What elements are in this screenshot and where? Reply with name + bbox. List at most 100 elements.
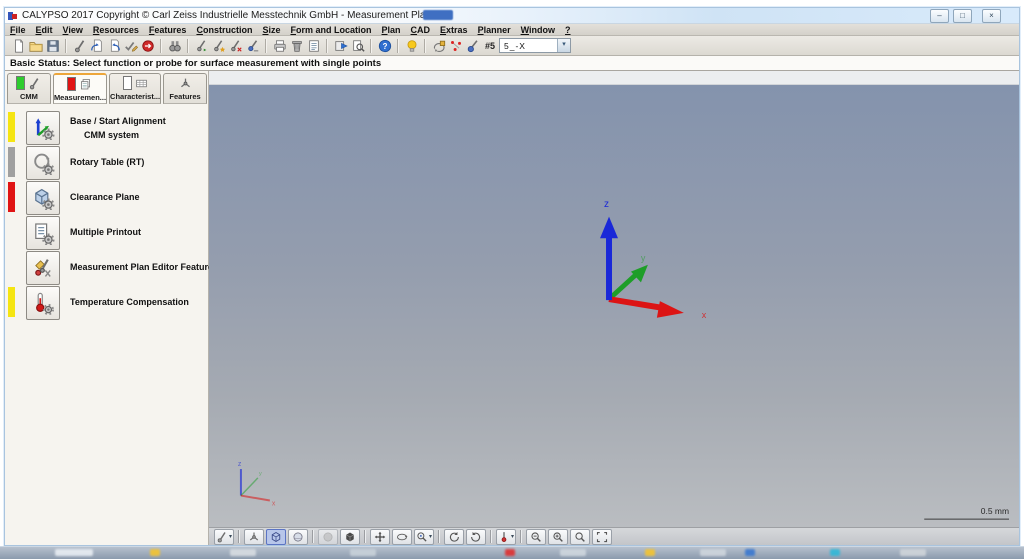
- probe-clear-button[interactable]: [244, 38, 261, 54]
- item-sublabel[interactable]: CMM system: [84, 130, 166, 140]
- bulb-icon: [405, 39, 419, 53]
- dropdown-caret-icon[interactable]: ▾: [429, 533, 432, 540]
- restore-button[interactable]: □: [953, 9, 972, 23]
- alignment-select-button[interactable]: ▾: [496, 528, 517, 545]
- combo-dropdown-icon[interactable]: ▾: [557, 39, 571, 52]
- sidebar-item-rotary-table-rt[interactable]: Rotary Table (RT): [5, 145, 208, 180]
- close-button[interactable]: ×: [982, 9, 1001, 23]
- viewbar-separator: [520, 530, 523, 543]
- sidebar-item-clearance-plane[interactable]: Clearance Plane: [5, 180, 208, 215]
- menu-edit[interactable]: Edit: [36, 25, 53, 35]
- probe-qualify-button[interactable]: [210, 38, 227, 54]
- magnifier-icon: [574, 531, 586, 543]
- undo-button[interactable]: [88, 38, 105, 54]
- menu-features[interactable]: Features: [149, 25, 187, 35]
- zoom-dynamic-button[interactable]: ▾: [414, 528, 435, 545]
- view-sphere-button[interactable]: [288, 528, 309, 545]
- tab-measuremen[interactable]: Measuremen...: [52, 73, 108, 104]
- find-button[interactable]: [166, 38, 183, 54]
- taskbar-item: [700, 549, 726, 556]
- sidebar-item-temperature-compensation[interactable]: Temperature Compensation: [5, 285, 208, 320]
- menu-size[interactable]: Size: [262, 25, 280, 35]
- tab-characterist[interactable]: Characterist...: [109, 73, 162, 104]
- probe-combo[interactable]: 5_-X ▾: [499, 38, 572, 53]
- fit-view-button[interactable]: [592, 528, 613, 545]
- redo-button[interactable]: [105, 38, 122, 54]
- menu-file[interactable]: File: [10, 25, 26, 35]
- minimize-button[interactable]: –: [930, 9, 949, 23]
- status-text: Basic Status: Select function or probe f…: [10, 57, 382, 69]
- menu-view[interactable]: View: [63, 25, 83, 35]
- printout-icon[interactable]: [26, 215, 60, 250]
- zoom-window-button[interactable]: [570, 528, 591, 545]
- menu-?[interactable]: ?: [565, 25, 571, 35]
- probe-sphere-button[interactable]: [464, 38, 481, 54]
- cad-rotate-button[interactable]: [430, 38, 447, 54]
- sidebar-item-multiple-printout[interactable]: Multiple Printout: [5, 215, 208, 250]
- sidebar-items: Base / Start Alignment CMM system Rotary T…: [5, 110, 218, 320]
- print-button[interactable]: [271, 38, 288, 54]
- view-cad-button[interactable]: [266, 528, 287, 545]
- save-button[interactable]: [44, 38, 61, 54]
- zoom-out-button[interactable]: [526, 528, 547, 545]
- new-button[interactable]: [10, 38, 27, 54]
- protocol-button[interactable]: [305, 38, 322, 54]
- rotate-button[interactable]: [392, 528, 413, 545]
- zoom-in-button[interactable]: [548, 528, 569, 545]
- dropdown-caret-icon[interactable]: ▾: [229, 533, 232, 540]
- menu-planner[interactable]: Planner: [478, 25, 511, 35]
- taskbar[interactable]: [0, 546, 1024, 559]
- menu-plan[interactable]: Plan: [382, 25, 401, 35]
- alignment-icon[interactable]: [26, 110, 60, 145]
- probe-change-icon: [195, 39, 209, 53]
- title-bar[interactable]: CALYPSO 2017 Copyright © Carl Zeiss Indu…: [5, 8, 1019, 24]
- clearance-icon[interactable]: [26, 180, 60, 215]
- sidebar-item-measurement-plan-editor-features[interactable]: Measurement Plan Editor Features: [5, 250, 218, 285]
- menu-cad[interactable]: CAD: [411, 25, 431, 35]
- probe-change-button[interactable]: [193, 38, 210, 54]
- view-solid-button[interactable]: [340, 528, 361, 545]
- open-button[interactable]: [27, 38, 44, 54]
- hint-button[interactable]: [403, 38, 420, 54]
- menu-form-and-location[interactable]: Form and Location: [290, 25, 371, 35]
- run-button[interactable]: [332, 38, 349, 54]
- view-shaded-button[interactable]: [318, 528, 339, 545]
- cad-viewport[interactable]: z y x z y x 0.5 mm: [209, 85, 1019, 527]
- tab-cmm[interactable]: CMM: [7, 73, 51, 104]
- rotate-ccw-button[interactable]: [466, 528, 487, 545]
- svg-text:?: ?: [382, 41, 387, 50]
- tab-features[interactable]: Features: [163, 73, 208, 104]
- editor-icon[interactable]: [26, 250, 60, 285]
- viewbar-separator: [238, 530, 241, 543]
- menu-window[interactable]: Window: [521, 25, 555, 35]
- delete-button[interactable]: [288, 38, 305, 54]
- pan-button[interactable]: [370, 528, 391, 545]
- view-features-button[interactable]: [244, 528, 265, 545]
- measure-points-button[interactable]: [447, 38, 464, 54]
- folder-icon: [28, 39, 43, 53]
- item-label: Clearance Plane: [70, 192, 140, 202]
- rotary-icon[interactable]: [26, 145, 60, 180]
- menu-resources[interactable]: Resources: [93, 25, 139, 35]
- rotate-cw-button[interactable]: [444, 528, 465, 545]
- taskbar-item: [830, 549, 840, 556]
- menu-extras[interactable]: Extras: [440, 25, 468, 35]
- abort-button[interactable]: [139, 38, 156, 54]
- preview-button[interactable]: [349, 38, 366, 54]
- svg-text:y: y: [641, 253, 646, 263]
- probe-edit-button[interactable]: [227, 38, 244, 54]
- thermometer-icon[interactable]: [26, 285, 60, 320]
- accept-button[interactable]: [122, 38, 139, 54]
- stylus-button[interactable]: [71, 38, 88, 54]
- sidebar-item-base-start-alignment[interactable]: Base / Start Alignment CMM system: [5, 110, 208, 145]
- window-title: CALYPSO 2017 Copyright © Carl Zeiss Indu…: [22, 10, 440, 21]
- sphere-icon: [292, 531, 304, 543]
- rotate-cw-icon: [448, 531, 460, 543]
- dropdown-caret-icon[interactable]: ▾: [511, 533, 514, 540]
- item-label: Measurement Plan Editor Features: [70, 262, 219, 272]
- main-toolbar: ? #5 5_-X ▾: [5, 36, 1019, 56]
- help-button[interactable]: ?: [376, 38, 393, 54]
- menu-construction[interactable]: Construction: [196, 25, 252, 35]
- probe-selector: #5 5_-X ▾: [485, 38, 572, 53]
- probe-display-button[interactable]: ▾: [214, 528, 235, 545]
